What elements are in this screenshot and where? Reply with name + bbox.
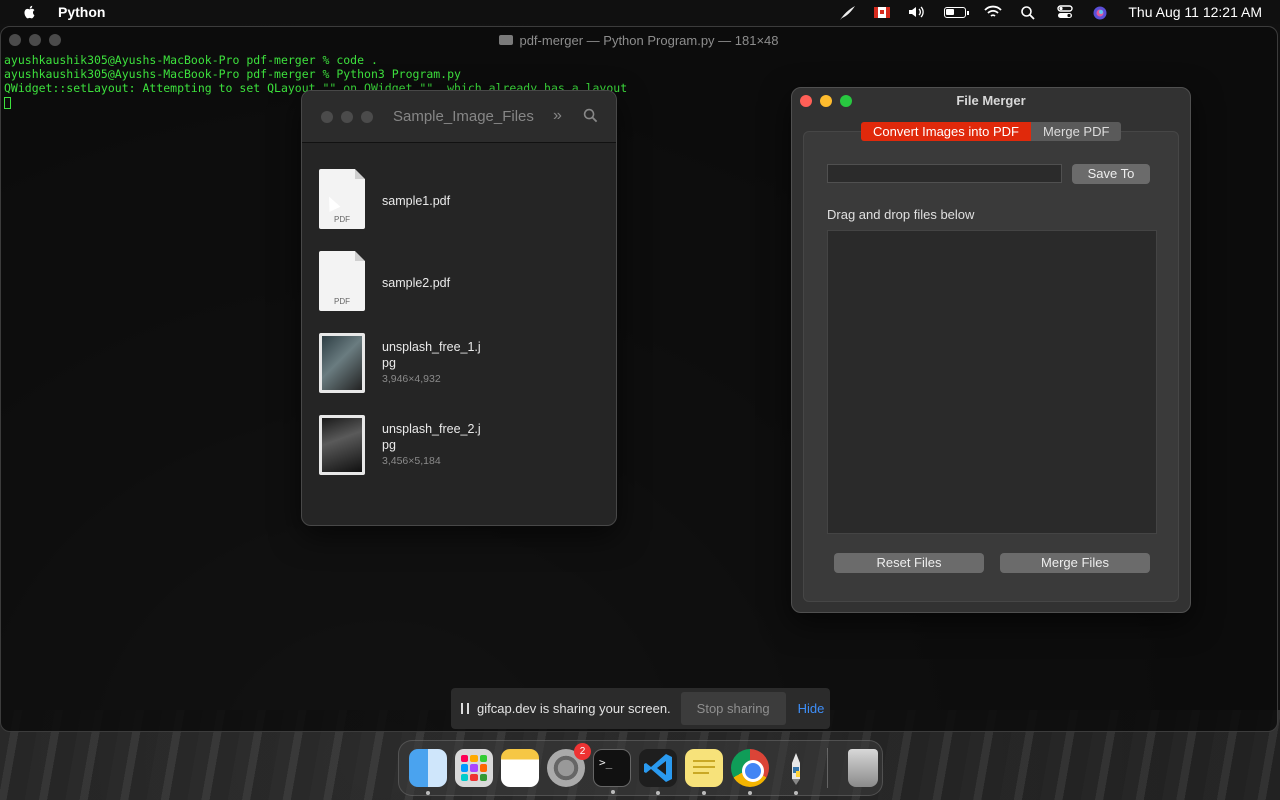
image-thumbnail bbox=[319, 333, 365, 393]
tab-bar: Convert Images into PDF Merge PDF bbox=[861, 122, 1122, 141]
merge-files-button[interactable]: Merge Files bbox=[1000, 553, 1150, 573]
tab-merge-pdf[interactable]: Merge PDF bbox=[1030, 122, 1122, 141]
file-merger-window: File Merger Convert Images into PDF Merg… bbox=[791, 87, 1191, 613]
menu-bar: Python Thu Aug 11 12:21 AM bbox=[0, 0, 1280, 24]
spotlight-search-icon[interactable] bbox=[1020, 5, 1038, 20]
zoom-button[interactable] bbox=[840, 95, 852, 107]
file-dimensions: 3,456×5,184 bbox=[382, 455, 441, 467]
file-name: unsplash_free_2.j pg 3,456×5,184 bbox=[382, 421, 492, 469]
drag-drop-label: Drag and drop files below bbox=[827, 207, 975, 222]
folder-icon bbox=[499, 35, 514, 45]
chrome-icon[interactable] bbox=[731, 749, 769, 795]
trash-icon[interactable] bbox=[848, 749, 878, 787]
zoom-button[interactable] bbox=[361, 111, 373, 123]
notes-icon[interactable] bbox=[501, 749, 539, 787]
finder-titlebar[interactable]: Sample_Image_Files » bbox=[302, 91, 616, 143]
file-name-line: unsplash_free_1.j bbox=[382, 340, 481, 354]
search-icon[interactable] bbox=[583, 108, 598, 123]
minimize-button[interactable] bbox=[341, 111, 353, 123]
screen-sharing-banner: gifcap.dev is sharing your screen. Stop … bbox=[451, 688, 830, 729]
dock: 2 >_ bbox=[398, 740, 883, 796]
window-title: File Merger bbox=[956, 93, 1026, 108]
pdf-tag: PDF bbox=[334, 297, 350, 306]
minimize-button[interactable] bbox=[29, 34, 41, 46]
tab-convert-images[interactable]: Convert Images into PDF bbox=[861, 122, 1031, 141]
wifi-icon[interactable] bbox=[984, 5, 1003, 19]
menubar-clock[interactable]: Thu Aug 11 12:21 AM bbox=[1128, 4, 1262, 20]
active-app-name[interactable]: Python bbox=[58, 4, 105, 20]
reset-files-button[interactable]: Reset Files bbox=[834, 553, 984, 573]
finder-icon[interactable] bbox=[409, 749, 447, 795]
file-merger-titlebar[interactable]: File Merger bbox=[792, 88, 1190, 114]
terminal-icon[interactable]: >_ bbox=[593, 749, 631, 794]
save-path-input[interactable] bbox=[827, 164, 1062, 183]
terminal-title: pdf-merger — Python Program.py — 181×48 bbox=[519, 32, 779, 48]
minimize-button[interactable] bbox=[820, 95, 832, 107]
siri-icon[interactable] bbox=[1092, 5, 1110, 20]
stop-sharing-button[interactable]: Stop sharing bbox=[680, 692, 786, 725]
python-launcher-icon[interactable] bbox=[777, 749, 815, 795]
feather-icon[interactable] bbox=[838, 5, 856, 20]
file-name: sample1.pdf bbox=[382, 194, 451, 208]
close-button[interactable] bbox=[321, 111, 333, 123]
battery-icon[interactable] bbox=[944, 6, 970, 18]
apple-menu-icon[interactable] bbox=[22, 4, 38, 20]
launchpad-icon[interactable] bbox=[455, 749, 493, 787]
terminal-line: ayushkaushik305@Ayushs-MacBook-Pro pdf-m… bbox=[4, 53, 378, 67]
vscode-icon[interactable] bbox=[639, 749, 677, 795]
stickies-icon[interactable] bbox=[685, 749, 723, 795]
image-thumbnail bbox=[319, 415, 365, 475]
terminal-line: ayushkaushik305@Ayushs-MacBook-Pro pdf-m… bbox=[4, 67, 461, 81]
terminal-prompt-glyph: >_ bbox=[599, 756, 613, 769]
file-merger-window-controls bbox=[800, 95, 852, 107]
input-source-flag-icon[interactable] bbox=[874, 6, 891, 18]
finder-folder-title: Sample_Image_Files bbox=[393, 108, 534, 125]
notification-badge: 2 bbox=[574, 743, 591, 760]
file-name-line: pg bbox=[382, 438, 396, 452]
file-dimensions: 3,946×4,932 bbox=[382, 373, 441, 385]
file-item-sample1-pdf[interactable]: PDF sample1.pdf bbox=[302, 169, 616, 251]
terminal-titlebar[interactable]: pdf-merger — Python Program.py — 181×48 bbox=[1, 27, 1277, 53]
sharing-message: gifcap.dev is sharing your screen. bbox=[477, 701, 671, 716]
file-item-sample2-pdf[interactable]: PDF sample2.pdf bbox=[302, 251, 616, 333]
pause-icon bbox=[461, 703, 469, 714]
file-name: unsplash_free_1.j pg 3,946×4,932 bbox=[382, 339, 492, 387]
toolbar-overflow-chevron-icon[interactable]: » bbox=[553, 107, 562, 125]
zoom-button[interactable] bbox=[49, 34, 61, 46]
file-list: PDF sample1.pdf PDF sample2.pdf unsplash… bbox=[302, 143, 616, 497]
dock-separator bbox=[827, 748, 828, 788]
pdf-file-icon: PDF bbox=[319, 251, 365, 311]
save-to-button[interactable]: Save To bbox=[1072, 164, 1150, 184]
file-name-line: unsplash_free_2.j bbox=[382, 422, 481, 436]
file-item-unsplash-free-2[interactable]: unsplash_free_2.j pg 3,456×5,184 bbox=[302, 415, 616, 497]
close-button[interactable] bbox=[9, 34, 21, 46]
close-button[interactable] bbox=[800, 95, 812, 107]
file-name: sample2.pdf bbox=[382, 276, 451, 290]
hide-banner-link[interactable]: Hide bbox=[798, 701, 825, 716]
terminal-cursor bbox=[4, 96, 11, 109]
volume-icon[interactable] bbox=[908, 5, 926, 19]
terminal-window-controls bbox=[9, 34, 61, 46]
file-name-line: pg bbox=[382, 356, 396, 370]
finder-window-controls bbox=[321, 111, 373, 123]
system-settings-icon[interactable]: 2 bbox=[547, 743, 591, 787]
file-drop-zone[interactable] bbox=[827, 230, 1157, 534]
control-center-icon[interactable] bbox=[1056, 5, 1074, 19]
file-item-unsplash-free-1[interactable]: unsplash_free_1.j pg 3,946×4,932 bbox=[302, 333, 616, 415]
pdf-tag: PDF bbox=[334, 215, 350, 224]
finder-window: Sample_Image_Files » PDF sample1.pdf PDF… bbox=[301, 90, 617, 526]
